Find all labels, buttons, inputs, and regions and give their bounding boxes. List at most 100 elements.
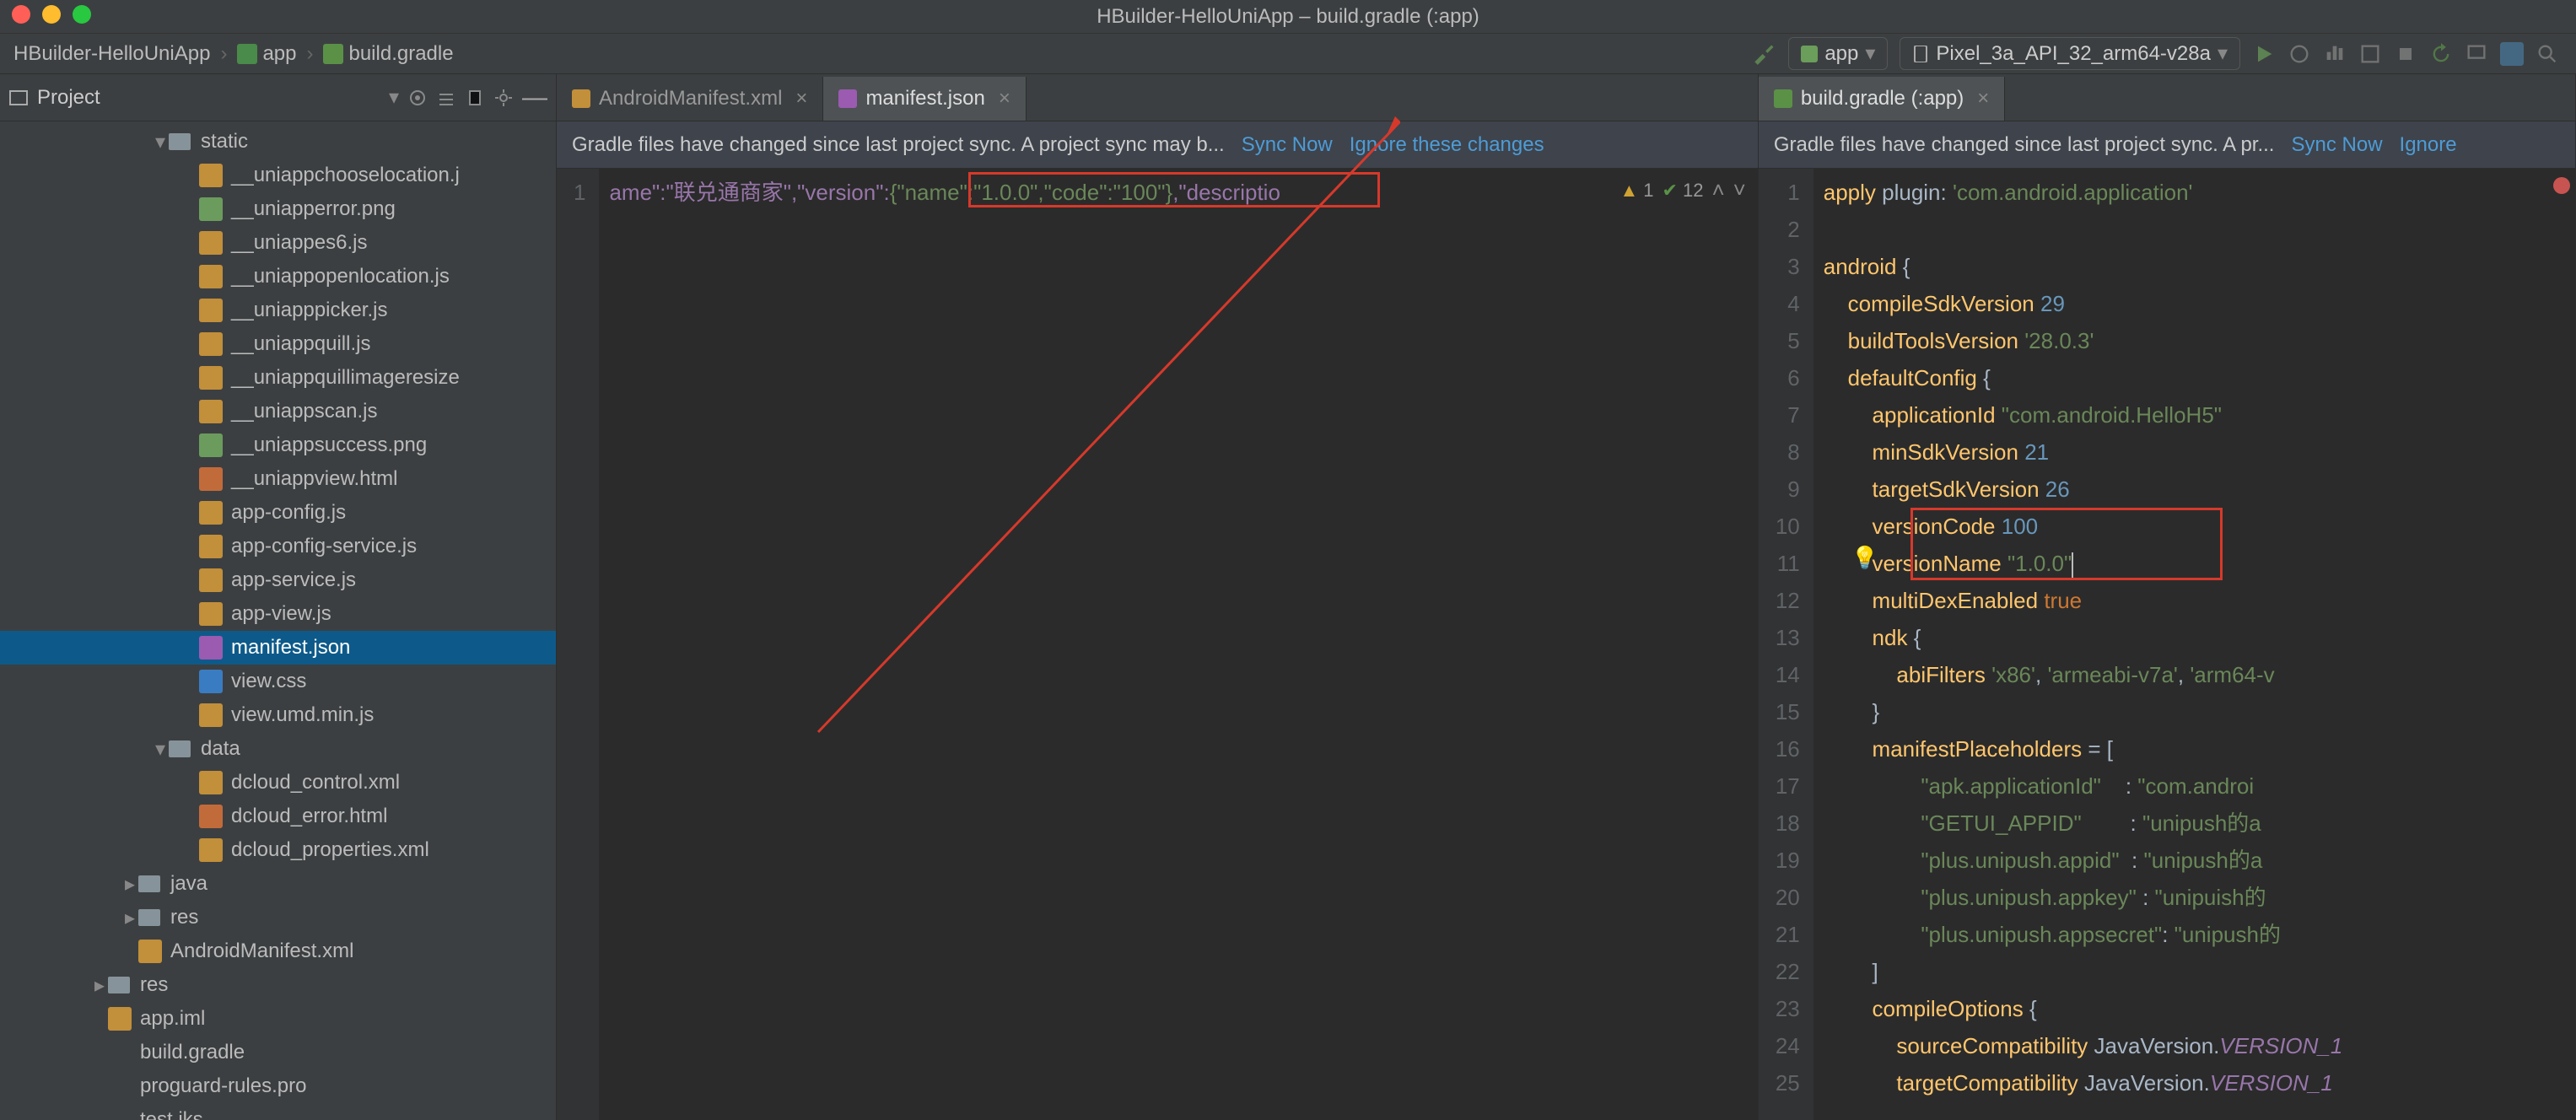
tree-arrow-icon: ▾ [152, 737, 169, 762]
tree-item[interactable]: view.umd.min.js [0, 698, 556, 732]
xml-icon [199, 838, 223, 862]
tree-item[interactable]: __uniappquillimageresize [0, 361, 556, 395]
close-tab-icon[interactable]: × [1977, 87, 1989, 110]
tree-item[interactable]: __uniappsuccess.png [0, 428, 556, 462]
maximize-window-button[interactable] [73, 5, 91, 24]
tree-item-label: app-config-service.js [231, 535, 417, 558]
breadcrumb-item[interactable]: HBuilder-HelloUniApp [7, 42, 217, 66]
target-icon[interactable] [407, 88, 428, 108]
sync-icon[interactable] [2429, 42, 2453, 66]
sdk-icon[interactable] [2500, 42, 2524, 66]
debug-icon[interactable] [2288, 42, 2311, 66]
ignore-changes-link[interactable]: Ignore [2400, 133, 2457, 157]
html-icon [199, 467, 223, 491]
breadcrumb-item[interactable]: build.gradle [316, 42, 460, 66]
collapse-icon[interactable] [436, 88, 456, 108]
bulb-icon[interactable]: 💡 [1851, 545, 1878, 571]
tree-item-label: __uniappopenlocation.js [231, 265, 450, 288]
chevron-icon: › [306, 42, 313, 66]
xml-icon [138, 940, 162, 963]
xml-icon [108, 1007, 132, 1031]
gradle-icon [323, 44, 343, 64]
sync-now-link[interactable]: Sync Now [1242, 133, 1333, 157]
tree-item[interactable]: test.iks [0, 1103, 556, 1120]
ignore-changes-link[interactable]: Ignore these changes [1350, 133, 1544, 157]
tree-item[interactable]: __uniapppicker.js [0, 293, 556, 327]
tab-build-gradle[interactable]: build.gradle (:app)× [1759, 77, 2005, 121]
device-combo[interactable]: Pixel_3a_API_32_arm64-v28a▾ [1900, 37, 2240, 70]
js-icon [199, 568, 223, 592]
minimize-window-button[interactable] [42, 5, 61, 24]
tree-item-label: view.css [231, 670, 306, 693]
js-icon [199, 299, 223, 322]
tree-item[interactable]: __uniappview.html [0, 462, 556, 496]
tree-item[interactable]: ▸res [0, 901, 556, 934]
tree-item[interactable]: __uniappchooselocation.j [0, 159, 556, 192]
tree-item[interactable]: app-service.js [0, 563, 556, 597]
tree-item-label: __uniappscan.js [231, 400, 377, 423]
breadcrumb-item[interactable]: app [230, 42, 303, 66]
inspection-widget[interactable]: ▲1 ✔12 ˄ ˅ [1619, 177, 1745, 203]
tree-item[interactable]: app-config.js [0, 496, 556, 530]
close-tab-icon[interactable]: × [999, 87, 1010, 110]
js-icon [199, 400, 223, 423]
stop-icon[interactable] [2394, 42, 2417, 66]
tree-item[interactable]: app.iml [0, 1002, 556, 1036]
tab-manifest-json[interactable]: manifest.json× [823, 77, 1026, 121]
tree-item-label: java [170, 872, 207, 896]
profile-icon[interactable] [2323, 42, 2347, 66]
tree-item[interactable]: AndroidManifest.xml [0, 934, 556, 968]
gear-icon[interactable] [493, 88, 514, 108]
dropdown-icon[interactable]: ▾ [389, 85, 399, 110]
tree-item[interactable]: ▸res [0, 968, 556, 1002]
dir-icon [138, 872, 162, 896]
code-content[interactable]: apply plugin: 'com.android.application' … [1813, 169, 2575, 1120]
tree-item[interactable]: ▾data [0, 732, 556, 766]
tab-manifest-xml[interactable]: AndroidManifest.xml× [557, 77, 823, 121]
run-icon[interactable] [2252, 42, 2276, 66]
tree-item[interactable]: __uniapperror.png [0, 192, 556, 226]
tree-item-label: __uniappes6.js [231, 231, 367, 255]
project-sidebar: Project ▾ — ▾static__uniappchooselocatio… [0, 74, 557, 1120]
txt-icon [108, 1108, 132, 1120]
error-indicator[interactable] [2553, 177, 2570, 194]
editor-right: build.gradle (:app)× Gradle files have c… [1759, 74, 2576, 1120]
tree-item[interactable]: __uniappopenlocation.js [0, 260, 556, 293]
js-icon [199, 164, 223, 187]
tree-item[interactable]: __uniappes6.js [0, 226, 556, 260]
close-window-button[interactable] [12, 5, 30, 24]
tree-item[interactable]: manifest.json [0, 631, 556, 665]
code-area[interactable]: 1234567891011121314151617181920212223242… [1759, 169, 2575, 1120]
code-content[interactable]: ame":"联兑通商家","version":{"name":"1.0.0","… [599, 169, 1757, 1120]
tree-item-label: dcloud_properties.xml [231, 838, 429, 862]
expand-icon[interactable] [465, 88, 485, 108]
tree-item[interactable]: app-config-service.js [0, 530, 556, 563]
up-icon[interactable]: ˄ [1711, 177, 1724, 203]
project-view-icon[interactable] [8, 88, 29, 108]
tree-item[interactable]: proguard-rules.pro [0, 1069, 556, 1103]
tree-item[interactable]: view.css [0, 665, 556, 698]
attach-icon[interactable] [2358, 42, 2382, 66]
tree-item[interactable]: app-view.js [0, 597, 556, 631]
project-tree[interactable]: ▾static__uniappchooselocation.j__uniappe… [0, 121, 556, 1120]
tree-item[interactable]: __uniappscan.js [0, 395, 556, 428]
close-tab-icon[interactable]: × [795, 87, 807, 110]
hammer-icon[interactable] [1753, 42, 1776, 66]
hide-icon[interactable]: — [522, 83, 547, 112]
code-area[interactable]: 1 ame":"联兑通商家","version":{"name":"1.0.0"… [557, 169, 1758, 1120]
sync-now-link[interactable]: Sync Now [2291, 133, 2382, 157]
search-icon[interactable] [2536, 42, 2559, 66]
down-icon[interactable]: ˅ [1733, 177, 1746, 203]
avd-icon[interactable] [2465, 42, 2488, 66]
tree-item[interactable]: dcloud_error.html [0, 800, 556, 833]
tree-item-label: __uniappquill.js [231, 332, 370, 356]
tree-item[interactable]: dcloud_control.xml [0, 766, 556, 800]
tree-arrow-icon: ▾ [152, 130, 169, 154]
tree-item[interactable]: ▸java [0, 867, 556, 901]
tree-item[interactable]: build.gradle [0, 1036, 556, 1069]
tree-item[interactable]: __uniappquill.js [0, 327, 556, 361]
tree-item[interactable]: ▾static [0, 125, 556, 159]
tree-item-label: __uniappquillimageresize [231, 366, 460, 390]
tree-item[interactable]: dcloud_properties.xml [0, 833, 556, 867]
run-config-combo[interactable]: app▾ [1788, 37, 1888, 70]
